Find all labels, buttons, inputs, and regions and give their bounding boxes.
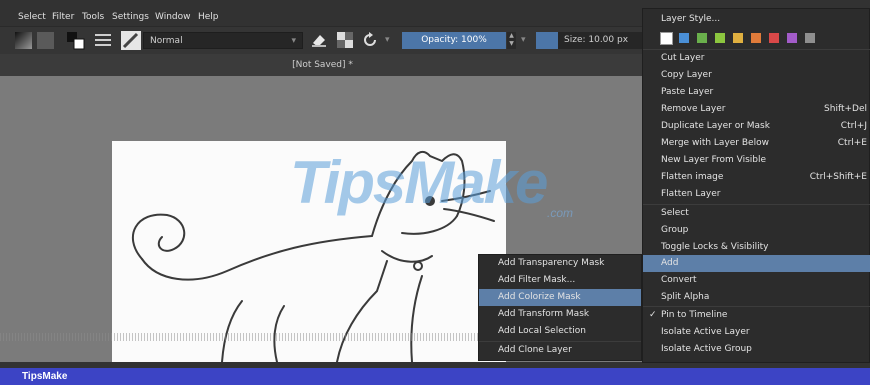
color-label-purple[interactable] xyxy=(787,33,797,43)
menu-item-toggle-locks[interactable]: Toggle Locks & Visibility xyxy=(643,239,870,256)
alpha-lock-icon[interactable] xyxy=(337,32,353,48)
menu-item-select[interactable]: Select xyxy=(643,205,870,222)
chevron-down-icon[interactable]: ▾ xyxy=(521,35,526,45)
menu-tools[interactable]: Tools xyxy=(82,12,104,22)
submenu-add-transparency-mask[interactable]: Add Transparency Mask xyxy=(479,255,641,272)
chevron-down-icon[interactable]: ▾ xyxy=(385,35,390,45)
color-label-yellow[interactable] xyxy=(733,33,743,43)
size-slider[interactable]: Size: 10.00 px xyxy=(558,32,642,49)
opacity-spinner-icon[interactable]: ▲ ▼ xyxy=(507,32,516,49)
color-label-orange[interactable] xyxy=(751,33,761,43)
menu-help[interactable]: Help xyxy=(198,12,219,22)
menu-item-layer-style[interactable]: Layer Style... xyxy=(643,11,870,28)
brush-toolbar: Normal ▾ ▾ Opacity: 100% ▲ ▼ ▾ Size: 10.0… xyxy=(0,26,645,55)
color-label-lime[interactable] xyxy=(715,33,725,43)
pattern-icon[interactable] xyxy=(37,32,54,49)
submenu-add-colorize-mask[interactable]: Add Colorize Mask xyxy=(479,289,641,306)
menu-item-duplicate-layer[interactable]: Duplicate Layer or Mask Ctrl+J xyxy=(643,118,870,135)
submenu-add-transform-mask[interactable]: Add Transform Mask xyxy=(479,306,641,323)
brand-label: TipsMake xyxy=(22,371,68,382)
color-label-gray[interactable] xyxy=(805,33,815,43)
gradient-icon[interactable] xyxy=(15,32,32,49)
menu-item-pin-to-timeline[interactable]: ✓ Pin to Timeline xyxy=(643,307,870,324)
submenu-add-local-selection[interactable]: Add Local Selection xyxy=(479,323,641,340)
menu-item-flatten-image[interactable]: Flatten image Ctrl+Shift+E xyxy=(643,169,870,186)
brand-footer: TipsMake xyxy=(0,368,870,385)
size-value: Size: 10.00 px xyxy=(564,35,629,45)
watermark-suffix: .com xyxy=(547,206,574,220)
color-label-none[interactable] xyxy=(660,32,673,45)
size-slider-fill[interactable] xyxy=(536,32,558,49)
menu-filter[interactable]: Filter xyxy=(52,12,74,22)
menu-bar: Select Filter Tools Settings Window Help xyxy=(0,10,645,26)
chevron-down-icon: ▾ xyxy=(291,36,296,46)
menu-item-merge-down[interactable]: Merge with Layer Below Ctrl+E xyxy=(643,135,870,152)
add-submenu: Add Transparency Mask Add Filter Mask...… xyxy=(478,254,642,361)
checkmark-icon: ✓ xyxy=(649,310,657,320)
reload-icon[interactable] xyxy=(362,32,378,48)
menu-item-add[interactable]: Add xyxy=(643,255,870,272)
brush-preset-icon[interactable] xyxy=(121,31,141,50)
submenu-add-filter-mask[interactable]: Add Filter Mask... xyxy=(479,272,641,289)
menu-item-paste-layer[interactable]: Paste Layer xyxy=(643,84,870,101)
menu-item-new-layer-from-visible[interactable]: New Layer From Visible xyxy=(643,152,870,169)
eraser-icon[interactable] xyxy=(311,32,327,48)
menu-item-remove-layer[interactable]: Remove Layer Shift+Del xyxy=(643,101,870,118)
document-title: [Not Saved] * xyxy=(292,60,353,70)
opacity-value: Opacity: 100% xyxy=(421,35,487,45)
submenu-add-clone-layer[interactable]: Add Clone Layer xyxy=(479,342,641,359)
color-label-red[interactable] xyxy=(769,33,779,43)
menu-item-convert[interactable]: Convert xyxy=(643,272,870,289)
menu-settings[interactable]: Settings xyxy=(112,12,149,22)
menu-item-split-alpha[interactable]: Split Alpha xyxy=(643,289,870,306)
menu-item-isolate-group[interactable]: Isolate Active Group xyxy=(643,341,870,358)
blend-mode-value: Normal xyxy=(150,36,183,46)
color-swatch-icon[interactable] xyxy=(66,31,86,50)
color-label-green[interactable] xyxy=(697,33,707,43)
krita-window: Select Filter Tools Settings Window Help… xyxy=(0,0,870,368)
menu-item-group[interactable]: Group xyxy=(643,222,870,239)
blend-mode-select[interactable]: Normal ▾ xyxy=(143,32,303,49)
menu-item-isolate-layer[interactable]: Isolate Active Layer xyxy=(643,324,870,341)
opacity-slider[interactable]: Opacity: 100% xyxy=(402,32,506,49)
menu-item-cut-layer[interactable]: Cut Layer xyxy=(643,50,870,67)
brush-settings-icon[interactable] xyxy=(95,33,111,47)
menu-item-copy-layer[interactable]: Copy Layer xyxy=(643,67,870,84)
document-tab[interactable]: [Not Saved] * xyxy=(0,54,645,76)
layer-context-menu: Layer Style... Cut Layer Copy Layer Past… xyxy=(642,8,870,363)
menu-item-flatten-layer[interactable]: Flatten Layer xyxy=(643,186,870,203)
menu-window[interactable]: Window xyxy=(155,12,191,22)
color-label-blue[interactable] xyxy=(679,33,689,43)
watermark-logo: TipsMake xyxy=(290,149,548,216)
menu-select[interactable]: Select xyxy=(18,12,46,22)
